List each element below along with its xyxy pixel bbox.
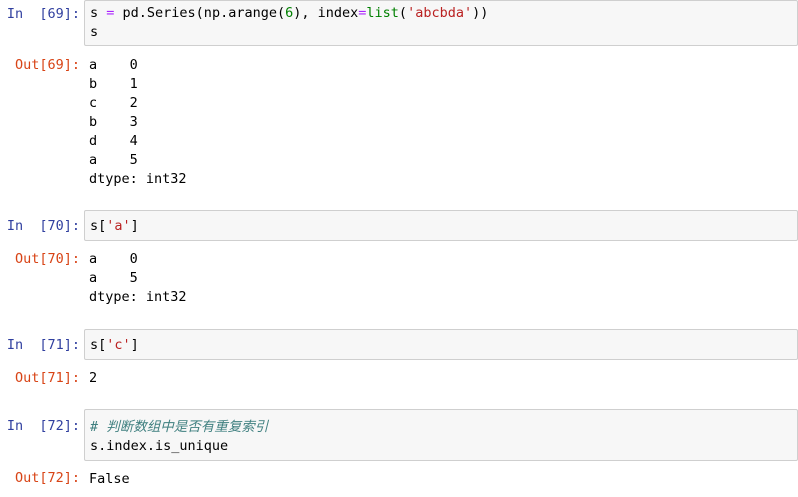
- code-line: s: [90, 24, 99, 40]
- output-line: False: [89, 471, 130, 487]
- out-prompt: Out[70]:: [14, 251, 80, 267]
- in-prompt: In [72]:: [6, 418, 80, 434]
- out-prompt: Out[71]:: [14, 370, 80, 386]
- output-line: dtype: int32: [89, 289, 187, 305]
- cell-output: a 0 b 1 c 2 b 3 d 4 a 5 dtype: int32: [89, 56, 798, 189]
- output-line: b 3: [89, 114, 138, 130]
- code-input[interactable]: s['a']: [84, 210, 798, 241]
- output-line: dtype: int32: [89, 171, 187, 187]
- in-prompt: In [71]:: [6, 337, 80, 353]
- code-comment: # 判断数组中是否有重复索引: [90, 419, 269, 435]
- code-input[interactable]: s = pd.Series(np.arange(6), index=list('…: [84, 0, 798, 46]
- output-line: b 1: [89, 76, 138, 92]
- output-line: d 4: [89, 133, 138, 149]
- output-line: a 5: [89, 152, 138, 168]
- code-input[interactable]: s['c']: [84, 329, 798, 360]
- output-line: a 5: [89, 270, 138, 286]
- in-prompt: In [70]:: [6, 218, 80, 234]
- output-line: c 2: [89, 95, 138, 111]
- output-line: a 0: [89, 251, 138, 267]
- code-line: s.index.is_unique: [90, 438, 229, 454]
- in-prompt: In [69]:: [6, 6, 80, 22]
- code-line: s = pd.Series(np.arange(6), index=list('…: [90, 5, 489, 21]
- cell-output: False: [89, 470, 798, 489]
- out-prompt: Out[69]:: [14, 57, 80, 73]
- code-line: s['c']: [90, 337, 139, 353]
- output-line: a 0: [89, 57, 138, 73]
- cell-output: 2: [89, 369, 798, 388]
- cell-output: a 0 a 5 dtype: int32: [89, 250, 798, 307]
- code-line: s['a']: [90, 218, 139, 234]
- output-line: 2: [89, 370, 98, 386]
- code-input[interactable]: # 判断数组中是否有重复索引 s.index.is_unique: [84, 409, 798, 461]
- out-prompt: Out[72]:: [14, 470, 80, 486]
